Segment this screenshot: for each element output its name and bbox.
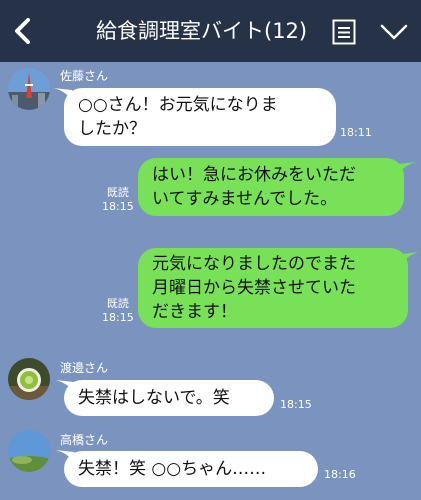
avatar-watanabe[interactable] <box>8 358 50 400</box>
message-bubble-incoming[interactable]: 失禁！笑 ○○ちゃん…… <box>64 451 318 487</box>
message-bubble-outgoing[interactable]: はい！急にお休みをいただ いてすみませんでした。 <box>138 158 404 216</box>
back-arrow-icon[interactable] <box>10 14 36 48</box>
avatar-takahashi[interactable] <box>8 430 50 472</box>
read-receipt: 既読 18:15 <box>102 297 134 325</box>
sender-name: 渡邊さん <box>60 361 109 375</box>
read-label: 既読 <box>106 297 129 310</box>
message-text: 元気になりましたのでまた 月曜日から失禁させていた だきます！ <box>152 254 356 322</box>
bubble-tail <box>398 162 417 174</box>
avatar-sato[interactable] <box>8 68 50 110</box>
landscape-photo-icon <box>8 430 50 472</box>
bubble-tail <box>402 252 419 264</box>
chat-header: 給食調理室バイト(12) <box>0 0 421 62</box>
message-time: 18:15 <box>102 200 134 213</box>
chat-screen: 給食調理室バイト(12) 佐藤さん ○○さん！お元気になりま したか？ 18:1… <box>0 0 421 500</box>
message-time: 18:16 <box>324 468 356 481</box>
message-time: 18:11 <box>340 126 372 139</box>
message-time: 18:15 <box>280 398 312 411</box>
sender-name: 佐藤さん <box>60 69 109 83</box>
message-bubble-incoming[interactable]: 失禁はしないで。笑 <box>64 380 274 416</box>
message-text: はい！急にお休みをいただ いてすみませんでした。 <box>152 165 356 209</box>
message-bubble-incoming[interactable]: ○○さん！お元気になりま したか？ <box>64 88 336 146</box>
read-label: 既読 <box>106 186 129 199</box>
message-time: 18:15 <box>102 311 134 324</box>
message-text: 失禁！笑 ○○ちゃん…… <box>78 459 267 479</box>
chevron-down-icon[interactable] <box>380 23 408 41</box>
menu-icon[interactable] <box>332 19 356 45</box>
read-receipt: 既読 18:15 <box>102 186 134 214</box>
sender-name: 高橋さん <box>60 433 109 447</box>
drink-photo-icon <box>8 358 50 400</box>
message-text: 失禁はしないで。笑 <box>78 388 230 408</box>
message-bubble-outgoing[interactable]: 元気になりましたのでまた 月曜日から失禁させていた だきます！ <box>138 248 408 328</box>
chat-title: 給食調理室バイト(12) <box>96 19 308 43</box>
tower-photo-icon <box>8 68 50 110</box>
message-text: ○○さん！お元気になりま したか？ <box>78 95 278 139</box>
